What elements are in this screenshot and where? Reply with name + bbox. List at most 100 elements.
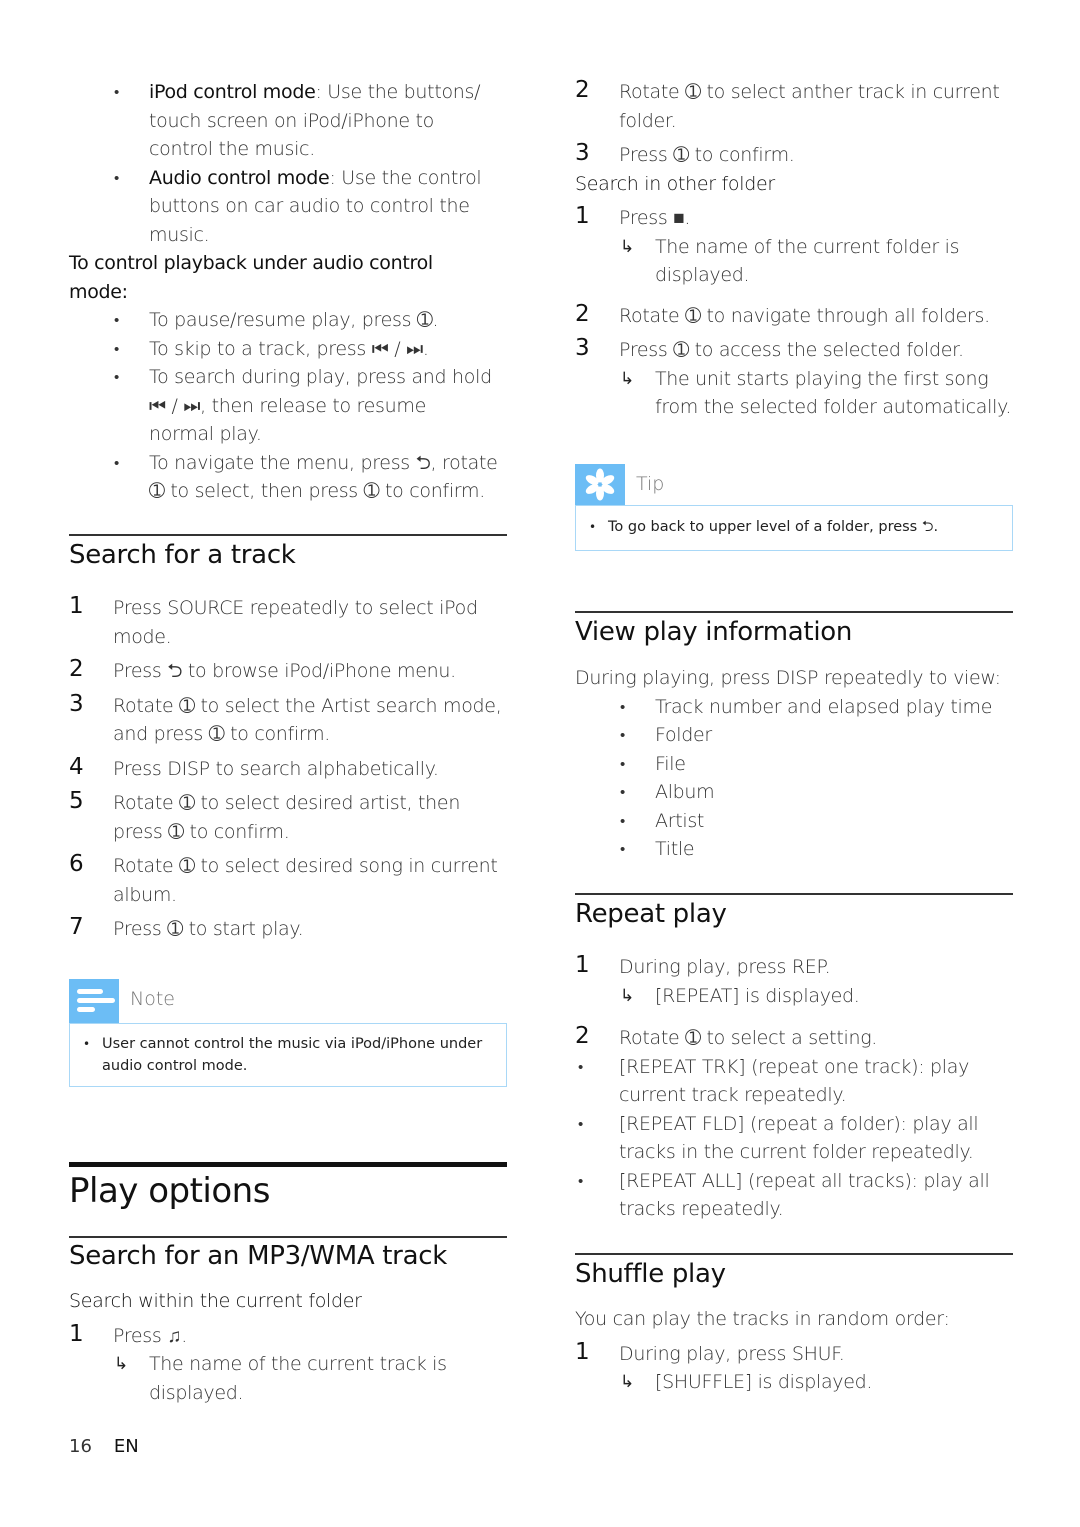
text: control the music. (149, 138, 315, 160)
section-divider (69, 1236, 507, 1238)
list-item: • iPod control mode: Use the buttons/ to… (114, 81, 481, 160)
text: mode. (113, 625, 172, 648)
text: Press ➀ to confirm. (619, 144, 795, 166)
list-item: • [REPEAT ALL] (repeat all tracks): play … (578, 1169, 990, 1221)
list-item: • [REPEAT TRK] (repeat one track): play cu… (578, 1055, 970, 1107)
text: album. (113, 883, 177, 906)
text: from the selected folder automatically. (655, 396, 1012, 418)
step: 2 Rotate ➀ to navigate through all folder… (575, 300, 1013, 331)
step-number: 2 (69, 656, 84, 682)
text: Press ⮌ to browse iPod/iPhone menu. (113, 660, 456, 682)
step-number: 1 (69, 1320, 84, 1347)
text: File (655, 752, 686, 775)
step-result: ↳ [SHUFFLE] is displayed. (575, 1368, 1013, 1397)
step: 2 Press ⮌ to browse iPod/iPhone menu. (69, 656, 507, 686)
page-footer: 16 EN (69, 1436, 139, 1457)
text: tracks repeatedly. (619, 1198, 784, 1220)
list-item: • To pause/resume play, press ➀. (114, 309, 439, 331)
language-code: EN (113, 1436, 139, 1457)
step-result: ↳ [REPEAT] is displayed. (575, 982, 1013, 1011)
text: To navigate the menu, press ⮌, rotate (149, 451, 498, 474)
text: Folder (655, 724, 712, 746)
text: music. (149, 223, 210, 246)
text: To pause/resume play, press ➀. (149, 309, 439, 331)
text: To control playback under audio control (69, 252, 433, 274)
text: touch screen on iPod/iPhone to (149, 109, 434, 132)
section-divider (575, 1253, 1013, 1255)
text: Rotate ➀ to navigate through all folders… (619, 304, 990, 327)
step-number: 3 (575, 140, 590, 166)
text: Rotate ➀ to select anther track in curre… (619, 81, 1000, 103)
step-number: 1 (69, 593, 84, 619)
text: displayed. (655, 264, 750, 286)
step: 1 Press ♫. (69, 1320, 507, 1351)
text: Rotate ➀ to select the Artist search mod… (113, 694, 502, 717)
playback-intro: To control playback under audio control … (69, 249, 507, 306)
list-item: • To navigate the menu, press ⮌, rotate ➀… (114, 451, 498, 503)
text: Rotate ➀ to select a setting. (619, 1027, 878, 1049)
step: 2 Rotate ➀ to select anther track in curr… (575, 77, 1013, 135)
step: 6 Rotate ➀ to select desired song in curr… (69, 851, 507, 909)
text: Rotate ➀ to select desired artist, then (113, 792, 461, 814)
section-heading-search-track: Search for a track (69, 540, 296, 570)
text: Album (655, 781, 715, 803)
text: [REPEAT] is displayed. (655, 984, 860, 1007)
text: Track number and elapsed play time (655, 695, 993, 718)
text: Press SOURCE repeatedly to select iPod (113, 597, 478, 619)
result-arrow-icon: ↳ (620, 1372, 634, 1392)
view-info-intro: During playing, press DISP repeatedly to… (575, 667, 1001, 689)
mp3-search-content: Search within the current folder 1 Press… (69, 1287, 507, 1407)
search-track-steps: 1 Press SOURCE repeatedly to select iPod m… (69, 593, 507, 944)
step: 3 Press ➀ to access the selected folder. (575, 335, 1013, 365)
text: and press ➀ to confirm. (113, 723, 331, 745)
step-number: 1 (575, 1338, 590, 1365)
tip-text: • To go back to upper level of a folder, … (589, 519, 939, 535)
shuffle-intro: You can play the tracks in random order: (575, 1308, 950, 1330)
text: To go back to upper level of a folder, p… (608, 519, 939, 535)
text: Title (655, 838, 695, 860)
text: Press DISP to search alphabetically. (113, 757, 439, 780)
text: User cannot control the music via iPod/i… (102, 1036, 483, 1052)
list-item: • To search during play, press and hold ⏮… (114, 366, 492, 445)
text: Press ♫. (113, 1324, 187, 1347)
text: Artist (655, 809, 705, 832)
text: current track repeatedly. (619, 1084, 847, 1106)
mode-bullet-list: • iPod control mode: Use the buttons/ to… (69, 78, 507, 506)
text: To search during play, press and hold (149, 366, 492, 388)
text: : Use the buttons/ (315, 81, 481, 103)
text: The name of the current track is (149, 1353, 447, 1375)
step-number: 2 (575, 300, 590, 327)
page-number: 16 (69, 1436, 92, 1457)
term-ipod-control-mode: iPod control mode (149, 81, 316, 103)
text: To skip to a track, press ⏮ / ⏭. (149, 337, 429, 360)
tip-header: Tip (575, 464, 1013, 505)
text: audio control mode. (102, 1058, 248, 1074)
tip-title: Tip (636, 473, 665, 495)
section-divider (69, 534, 507, 536)
list-item: • Album (620, 781, 715, 803)
term-audio-control-mode: Audio control mode (149, 166, 330, 189)
text: [SHUFFLE] is displayed. (655, 1371, 873, 1393)
note-lines-icon (69, 979, 119, 1023)
list-item: • Folder (620, 724, 712, 746)
step-number: 4 (69, 753, 84, 780)
step: 3 Press ➀ to confirm. (575, 140, 1013, 170)
text: During play, press SHUF. (619, 1342, 845, 1365)
shuffle-content: You can play the tracks in random order:… (575, 1305, 1013, 1397)
step-number: 1 (575, 203, 590, 229)
text: ⏮ / ⏭, then release to resume (149, 394, 426, 417)
text: folder. (619, 109, 677, 132)
text: During play, press REP. (619, 956, 831, 978)
text: normal play. (149, 423, 262, 445)
text: ➀ to select, then press ➀ to confirm. (149, 480, 485, 502)
list-item: • Artist (620, 809, 705, 832)
text: Press ➀ to start play. (113, 918, 304, 940)
step-result: ↳ The name of the current track is displ… (69, 1350, 507, 1407)
chapter-divider (69, 1162, 507, 1167)
list-item: • [REPEAT FLD] (repeat a folder): play al… (578, 1112, 979, 1164)
step: 1 During play, press SHUF. (575, 1338, 1013, 1369)
section-heading-repeat: Repeat play (575, 899, 727, 929)
step-number: 2 (575, 77, 590, 103)
step: 3 Rotate ➀ to select the Artist search mo… (69, 691, 507, 749)
step: 2 Rotate ➀ to select a setting. (575, 1023, 1013, 1053)
